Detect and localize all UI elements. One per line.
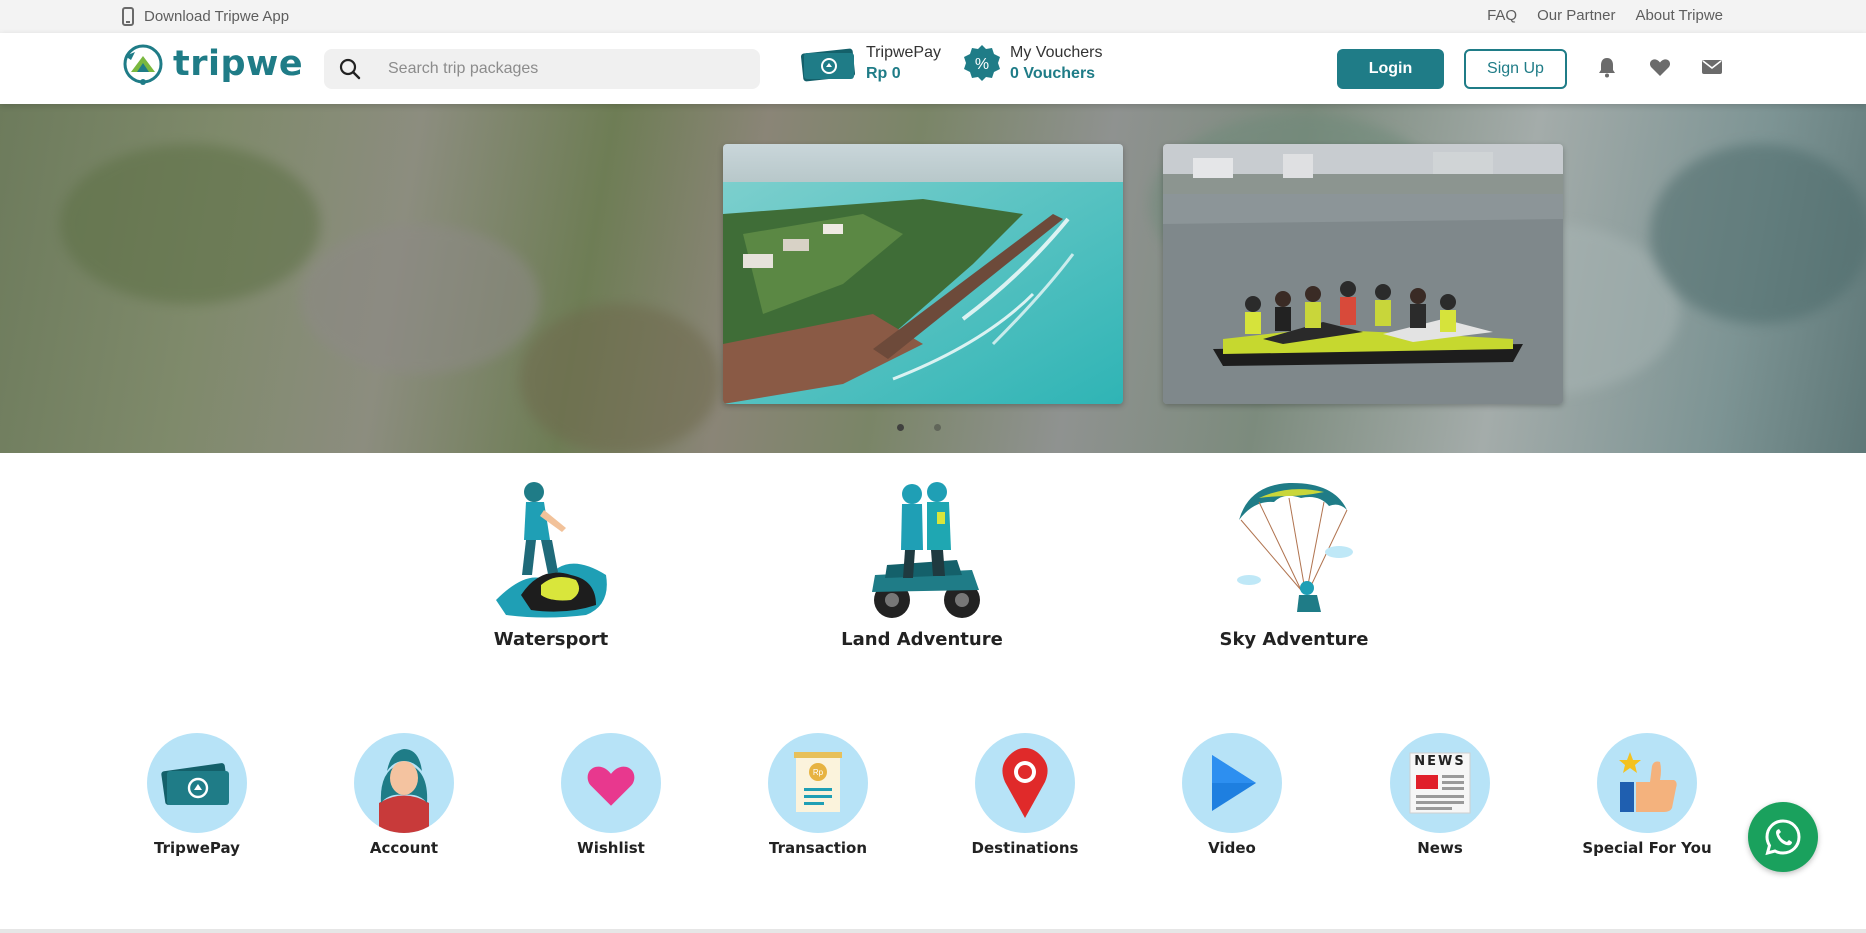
hero-dot-2[interactable]	[934, 424, 941, 431]
menu-circle	[1597, 733, 1697, 833]
whatsapp-chat-button[interactable]	[1748, 802, 1818, 872]
hero-slide-1[interactable]	[723, 144, 1123, 404]
download-app-link[interactable]: Download Tripwe App	[122, 7, 289, 26]
vouchers-value: 0 Vouchers	[1010, 64, 1096, 82]
menu-circle	[147, 733, 247, 833]
category-label: Land Adventure	[841, 629, 1003, 650]
search-input[interactable]	[388, 60, 728, 78]
menu-video[interactable]: Video	[1162, 733, 1302, 857]
about-tripwe-link[interactable]: About Tripwe	[1635, 7, 1723, 24]
menu-label: Special For You	[1582, 839, 1712, 857]
menu-circle	[354, 733, 454, 833]
thumbs-up-star-icon	[1619, 752, 1677, 812]
wallet-cash-icon	[800, 48, 856, 82]
menu-circle: NEWS	[1390, 733, 1490, 833]
hero-banner	[0, 104, 1866, 453]
svg-text:Rp: Rp	[813, 768, 824, 777]
vouchers-label: My Vouchers	[1010, 43, 1103, 61]
signup-button[interactable]: Sign Up	[1464, 49, 1567, 89]
group-jetski-photo	[1163, 144, 1563, 404]
category-label: Watersport	[493, 629, 609, 650]
download-app-label: Download Tripwe App	[144, 8, 290, 25]
wallet-label: TripwePay	[866, 43, 941, 61]
jetski-rider-illustration	[496, 482, 607, 618]
menu-wishlist[interactable]: Wishlist	[541, 733, 681, 857]
menu-circle	[1182, 733, 1282, 833]
our-partner-link[interactable]: Our Partner	[1537, 7, 1615, 24]
menu-label: Transaction	[768, 839, 868, 857]
newspaper-icon: NEWS	[1408, 751, 1472, 815]
main-header: tripwe TripwePay Rp 0 % My Vouchers 0 Vo…	[0, 33, 1866, 104]
voucher-badge-icon: %	[964, 45, 1000, 81]
menu-special-for-you[interactable]: Special For You	[1577, 733, 1717, 857]
heart-icon	[587, 766, 635, 806]
tripwe-logo[interactable]: tripwe	[121, 42, 303, 86]
tripwe-logo-icon	[123, 44, 163, 85]
menu-transaction[interactable]: Rp Transaction	[748, 733, 888, 857]
search-bar[interactable]	[324, 49, 760, 89]
menu-label: Video	[1208, 839, 1256, 857]
my-vouchers[interactable]: % My Vouchers 0 Vouchers	[962, 43, 1102, 83]
wallet-cash-icon	[161, 763, 229, 805]
category-sky-adventure[interactable]: Sky Adventure	[1209, 480, 1379, 650]
news-badge-text: NEWS	[1414, 754, 1466, 769]
atv-riders-illustration	[872, 482, 980, 618]
menu-label: News	[1417, 839, 1463, 857]
login-button[interactable]: Login	[1337, 49, 1444, 89]
whatsapp-icon	[1765, 819, 1801, 856]
mail-icon[interactable]	[1700, 55, 1724, 79]
bell-icon[interactable]	[1595, 55, 1619, 79]
menu-account[interactable]: Account	[334, 733, 474, 857]
menu-circle	[561, 733, 661, 833]
category-watersport[interactable]: Watersport	[466, 480, 636, 650]
heart-icon[interactable]	[1648, 55, 1672, 79]
menu-label: Account	[369, 839, 439, 857]
menu-label: Wishlist	[577, 839, 645, 857]
hero-pagination	[897, 424, 941, 431]
wallet-value: Rp 0	[866, 64, 901, 82]
hero-slide-2[interactable]	[1163, 144, 1563, 404]
user-avatar-icon	[379, 749, 429, 833]
category-land-adventure[interactable]: Land Adventure	[837, 480, 1007, 650]
menu-label: TripwePay	[154, 839, 240, 857]
svg-text:%: %	[975, 56, 989, 73]
receipt-icon: Rp	[794, 752, 842, 812]
faq-link[interactable]: FAQ	[1487, 7, 1517, 24]
menu-circle: Rp	[768, 733, 868, 833]
menu-circle	[975, 733, 1075, 833]
map-pin-icon	[1002, 748, 1048, 818]
tripwepay-balance[interactable]: TripwePay Rp 0	[798, 43, 941, 83]
category-label: Sky Adventure	[1219, 629, 1369, 650]
menu-news[interactable]: NEWS News	[1370, 733, 1510, 857]
search-icon	[339, 58, 361, 80]
logo-wordmark: tripwe	[173, 44, 304, 84]
top-strip: Download Tripwe App FAQ Our Partner Abou…	[0, 0, 1866, 33]
top-links: FAQ Our Partner About Tripwe	[1487, 7, 1723, 24]
paraglider-illustration	[1237, 482, 1353, 612]
menu-label: Destinations	[971, 839, 1079, 857]
menu-tripwepay[interactable]: TripwePay	[127, 733, 267, 857]
play-icon	[1212, 755, 1256, 811]
phone-icon	[122, 7, 134, 26]
hero-dot-1[interactable]	[897, 424, 904, 431]
page-bottom-divider	[0, 929, 1866, 933]
aerial-island-jetski-photo	[723, 144, 1123, 404]
menu-destinations[interactable]: Destinations	[955, 733, 1095, 857]
